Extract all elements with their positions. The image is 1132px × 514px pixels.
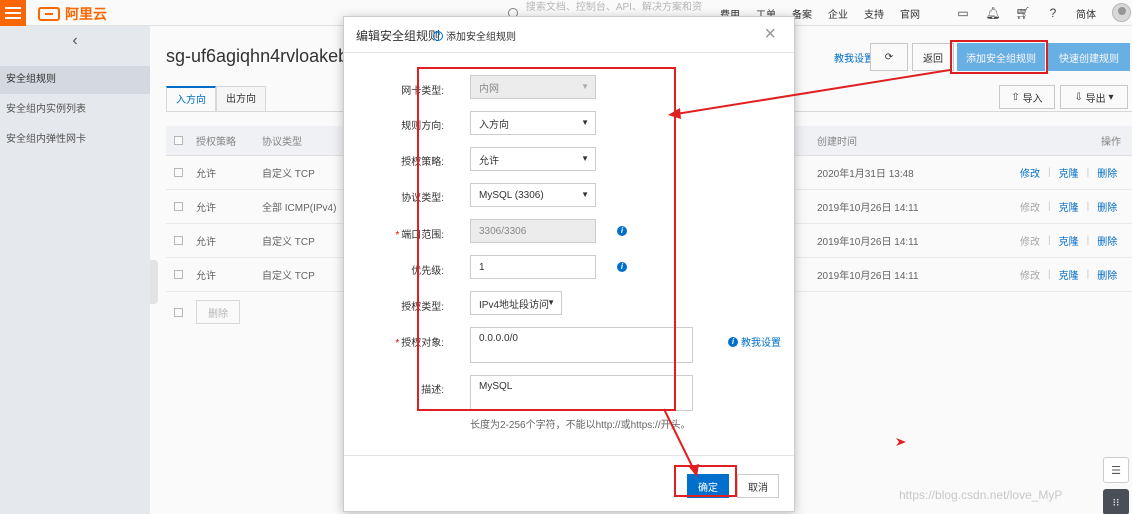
- description-hint: 长度为2-256个字符，不能以http://或https://开头。: [470, 420, 691, 431]
- cancel-button[interactable]: 取消: [737, 474, 779, 498]
- close-icon[interactable]: ×: [764, 23, 776, 46]
- chat-icon[interactable]: ☰: [1103, 457, 1129, 483]
- dialog-header: 编辑安全组规则 ? 添加安全组规则 ×: [344, 17, 794, 53]
- info-icon: i: [728, 336, 738, 347]
- watermark: https://blog.csdn.net/love_MyP: [899, 488, 1063, 502]
- grid-icon[interactable]: ⁝⁝: [1103, 489, 1129, 514]
- help-link[interactable]: ? 添加安全组规则: [433, 28, 516, 43]
- question-icon: ?: [433, 30, 443, 41]
- dialog-footer-divider: [344, 455, 794, 456]
- annotation-box-form: [417, 67, 676, 411]
- teach-me-link-dialog[interactable]: i 教我设置: [728, 334, 781, 349]
- dialog-title: 编辑安全组规则: [356, 29, 441, 43]
- annotation-box-confirm: [674, 465, 737, 497]
